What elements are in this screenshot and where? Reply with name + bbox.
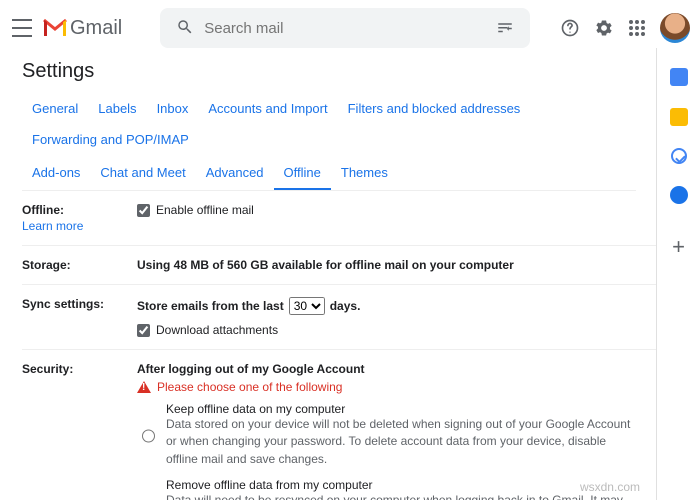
gmail-logo-text: Gmail [70,17,122,40]
help-icon[interactable] [560,18,580,38]
offline-label: Offline: Learn more [22,203,137,233]
settings-gear-icon[interactable] [594,18,614,38]
enable-offline-checkbox[interactable]: Enable offline mail [137,203,636,217]
tab-filters[interactable]: Filters and blocked addresses [338,93,531,124]
search-input[interactable] [202,19,488,38]
enable-offline-text: Enable offline mail [156,203,254,217]
tab-labels[interactable]: Labels [88,93,146,124]
tab-offline[interactable]: Offline [274,157,331,190]
download-attachments-input[interactable] [137,324,150,337]
gmail-icon [42,18,68,38]
sync-days-line: Store emails from the last 30 days. [137,297,636,315]
security-option-remove[interactable]: Remove offline data from my computer Dat… [137,478,636,500]
add-addon-icon[interactable]: + [672,238,685,256]
security-radio-remove[interactable] [142,480,155,500]
hamburger-icon[interactable] [12,19,32,37]
search-icon[interactable] [168,18,202,39]
offline-label-text: Offline: [22,203,64,217]
tab-chat[interactable]: Chat and Meet [90,157,195,190]
remove-desc: Data will need to be resynced on your co… [166,492,636,500]
settings-tabs-row2: Add-ons Chat and Meet Advanced Offline T… [22,157,656,190]
tab-inbox[interactable]: Inbox [147,93,199,124]
gmail-logo[interactable]: Gmail [42,17,122,40]
tab-accounts[interactable]: Accounts and Import [198,93,337,124]
remove-title: Remove offline data from my computer [166,478,636,492]
sync-suffix: days. [330,299,361,313]
sync-days-select[interactable]: 30 [289,297,325,315]
tab-general[interactable]: General [22,93,88,124]
row-security: Security: After logging out of my Google… [22,350,656,500]
download-attachments-checkbox[interactable]: Download attachments [137,323,636,337]
download-attachments-text: Download attachments [156,323,278,337]
tab-addons[interactable]: Add-ons [22,157,90,190]
warning-triangle-icon [137,381,151,393]
security-heading: After logging out of my Google Account [137,362,636,376]
settings-tabs-row1: General Labels Inbox Accounts and Import… [22,93,656,155]
page-title: Settings [22,60,656,83]
tab-forwarding[interactable]: Forwarding and POP/IMAP [22,124,199,155]
learn-more-link[interactable]: Learn more [22,219,137,233]
search-options-icon[interactable] [488,18,522,39]
row-offline: Offline: Learn more Enable offline mail [22,191,656,246]
tab-advanced[interactable]: Advanced [196,157,274,190]
row-storage: Storage: Using 48 MB of 560 GB available… [22,246,656,285]
security-warning-text: Please choose one of the following [157,380,342,394]
search-bar[interactable] [160,8,530,48]
calendar-icon[interactable] [670,68,688,86]
security-radio-keep[interactable] [142,404,155,468]
security-option-keep[interactable]: Keep offline data on my computer Data st… [137,402,636,468]
contacts-icon[interactable] [670,186,688,204]
tasks-icon[interactable] [671,148,687,164]
security-warning: Please choose one of the following [137,380,636,394]
main-content: Settings General Labels Inbox Accounts a… [0,48,656,500]
watermark: wsxdn.com [580,480,640,494]
sync-label: Sync settings: [22,297,137,337]
keep-icon[interactable] [670,108,688,126]
side-panel: + [656,48,700,500]
header-actions [560,13,690,43]
tab-themes[interactable]: Themes [331,157,398,190]
account-avatar[interactable] [660,13,690,43]
storage-text: Using 48 MB of 560 GB available for offl… [137,258,636,272]
row-sync: Sync settings: Store emails from the las… [22,285,656,350]
security-label: Security: [22,362,137,500]
enable-offline-input[interactable] [137,204,150,217]
sync-prefix: Store emails from the last [137,299,284,313]
keep-desc: Data stored on your device will not be d… [166,416,636,468]
storage-label: Storage: [22,258,137,272]
apps-grid-icon[interactable] [628,19,646,37]
keep-title: Keep offline data on my computer [166,402,636,416]
